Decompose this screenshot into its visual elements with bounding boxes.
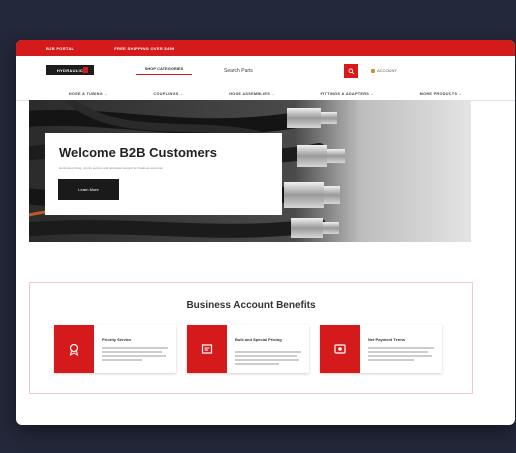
benefit-title: Bulk and Special Pricing [235, 337, 282, 342]
payment-icon [320, 325, 360, 373]
text-line [235, 363, 279, 365]
benefits-section: Business Account Benefits Priority Servi… [29, 282, 473, 394]
text-line [235, 359, 299, 361]
search-button[interactable] [344, 64, 358, 78]
search-input[interactable]: Search Parts [224, 65, 356, 77]
text-line [235, 355, 297, 357]
site-logo[interactable]: HYDRAULIC [46, 65, 94, 75]
benefit-card-bulk-pricing[interactable]: Bulk and Special Pricing [187, 325, 309, 373]
shop-categories-button[interactable]: SHOP CATEGORIES [136, 66, 192, 75]
site-header: HYDRAULIC SHOP CATEGORIES Search Parts A… [16, 56, 515, 86]
text-line [368, 359, 414, 361]
b2b-portal-link[interactable]: B2B PORTAL [46, 46, 74, 51]
nav-hose-tubing[interactable]: HOSE & TUBING [69, 91, 108, 96]
account-label: ACCOUNT [377, 68, 397, 73]
benefit-title: Priority Service [102, 337, 132, 342]
text-line [368, 351, 428, 353]
nav-couplings[interactable]: COUPLINGS [153, 91, 183, 96]
text-line [368, 355, 432, 357]
nav-hose-assemblies[interactable]: HOSE ASSEMBLIES [229, 91, 275, 96]
text-line [102, 351, 162, 353]
free-shipping-link[interactable]: FREE SHIPPING OVER $499 [114, 46, 174, 51]
text-line [102, 359, 142, 361]
lock-icon [371, 68, 375, 73]
hero-subtitle: Exclusive pricing, priority service and … [59, 166, 163, 170]
benefit-card-net-payment[interactable]: Net Payment Terms [320, 325, 442, 373]
benefit-card-priority-service[interactable]: Priority Service [54, 325, 176, 373]
benefit-title: Net Payment Terms [368, 337, 406, 342]
medal-icon [54, 325, 94, 373]
text-line [235, 351, 301, 353]
hero-banner: Welcome B2B Customers Exclusive pricing,… [29, 100, 471, 242]
welcome-box: Welcome B2B Customers Exclusive pricing,… [45, 133, 282, 215]
top-bar: B2B PORTAL FREE SHIPPING OVER $499 [16, 40, 515, 56]
account-link[interactable]: ACCOUNT [371, 68, 397, 73]
pricing-icon [187, 325, 227, 373]
nav-fittings-adapters[interactable]: FITTINGS & ADAPTERS [321, 91, 374, 96]
text-line [368, 347, 434, 349]
benefits-title: Business Account Benefits [186, 300, 316, 311]
hero-title: Welcome B2B Customers [59, 145, 217, 160]
nav-more-products[interactable]: MORE PRODUCTS [420, 91, 463, 96]
hero-cta-button[interactable]: Learn More [58, 179, 119, 200]
main-nav: HOSE & TUBING COUPLINGS HOSE ASSEMBLIES … [16, 86, 515, 101]
text-line [102, 355, 166, 357]
text-line [102, 347, 168, 349]
search-icon [348, 68, 354, 74]
